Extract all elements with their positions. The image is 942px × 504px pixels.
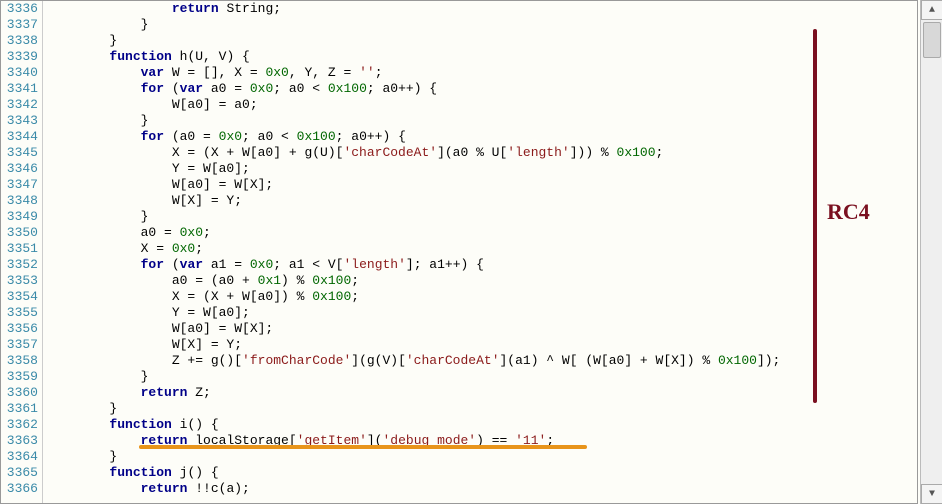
code-line: for (a0 = 0x0; a0 < 0x100; a0++) { [47, 129, 917, 145]
line-number: 3348 [1, 193, 38, 209]
line-number: 3358 [1, 353, 38, 369]
chevron-down-icon: ▼ [929, 489, 935, 500]
line-number-gutter: 3336333733383339334033413342334333443345… [1, 1, 43, 503]
line-number: 3360 [1, 385, 38, 401]
line-number: 3350 [1, 225, 38, 241]
code-line: X = (X + W[a0]) % 0x100; [47, 289, 917, 305]
line-number: 3342 [1, 97, 38, 113]
code-line: return String; [47, 1, 917, 17]
line-number: 3347 [1, 177, 38, 193]
line-number: 3345 [1, 145, 38, 161]
code-line: W[a0] = W[X]; [47, 321, 917, 337]
line-number: 3340 [1, 65, 38, 81]
code-line: return !!c(a); [47, 481, 917, 497]
line-number: 3361 [1, 401, 38, 417]
code-line: W[X] = Y; [47, 193, 917, 209]
line-number: 3359 [1, 369, 38, 385]
line-number: 3364 [1, 449, 38, 465]
line-number: 3355 [1, 305, 38, 321]
code-line: } [47, 369, 917, 385]
code-line: X = 0x0; [47, 241, 917, 257]
code-editor: 3336333733383339334033413342334333443345… [0, 0, 918, 504]
line-number: 3353 [1, 273, 38, 289]
line-number: 3357 [1, 337, 38, 353]
line-number: 3365 [1, 465, 38, 481]
code-line: function i() { [47, 417, 917, 433]
chevron-up-icon: ▲ [929, 5, 935, 16]
code-line: } [47, 113, 917, 129]
code-line: } [47, 401, 917, 417]
line-number: 3339 [1, 49, 38, 65]
line-number: 3354 [1, 289, 38, 305]
line-number: 3341 [1, 81, 38, 97]
annotation-bracket [813, 29, 817, 403]
code-line: a0 = (a0 + 0x1) % 0x100; [47, 273, 917, 289]
code-line: X = (X + W[a0] + g(U)['charCodeAt'](a0 %… [47, 145, 917, 161]
code-line: Y = W[a0]; [47, 305, 917, 321]
line-number: 3343 [1, 113, 38, 129]
code-line: W[X] = Y; [47, 337, 917, 353]
line-number: 3349 [1, 209, 38, 225]
line-number: 3337 [1, 17, 38, 33]
line-number: 3363 [1, 433, 38, 449]
line-number: 3356 [1, 321, 38, 337]
line-number: 3346 [1, 161, 38, 177]
line-number: 3338 [1, 33, 38, 49]
line-number: 3366 [1, 481, 38, 497]
code-area[interactable]: RC4 return String; } } function h(U, V) … [43, 1, 917, 503]
code-line: } [47, 209, 917, 225]
code-line: } [47, 17, 917, 33]
line-number: 3362 [1, 417, 38, 433]
code-line: for (var a0 = 0x0; a0 < 0x100; a0++) { [47, 81, 917, 97]
code-line: a0 = 0x0; [47, 225, 917, 241]
code-line: } [47, 449, 917, 465]
code-line: var W = [], X = 0x0, Y, Z = ''; [47, 65, 917, 81]
scroll-up-button[interactable]: ▲ [921, 0, 942, 20]
line-number: 3336 [1, 1, 38, 17]
code-line: W[a0] = W[X]; [47, 177, 917, 193]
code-line: function j() { [47, 465, 917, 481]
code-line: Y = W[a0]; [47, 161, 917, 177]
scrollbar-thumb[interactable] [923, 22, 941, 58]
line-number: 3344 [1, 129, 38, 145]
scrollbar-track[interactable] [921, 20, 942, 484]
code-line: function h(U, V) { [47, 49, 917, 65]
scroll-down-button[interactable]: ▼ [921, 484, 942, 504]
annotation-label: RC4 [827, 199, 870, 225]
highlight-underline [139, 445, 587, 449]
line-number: 3351 [1, 241, 38, 257]
code-line: return Z; [47, 385, 917, 401]
line-number: 3352 [1, 257, 38, 273]
code-line: } [47, 33, 917, 49]
code-line: Z += g()['fromCharCode'](g(V)['charCodeA… [47, 353, 917, 369]
code-line: for (var a1 = 0x0; a1 < V['length']; a1+… [47, 257, 917, 273]
vertical-scrollbar[interactable]: ▲ ▼ [920, 0, 942, 504]
code-line: W[a0] = a0; [47, 97, 917, 113]
